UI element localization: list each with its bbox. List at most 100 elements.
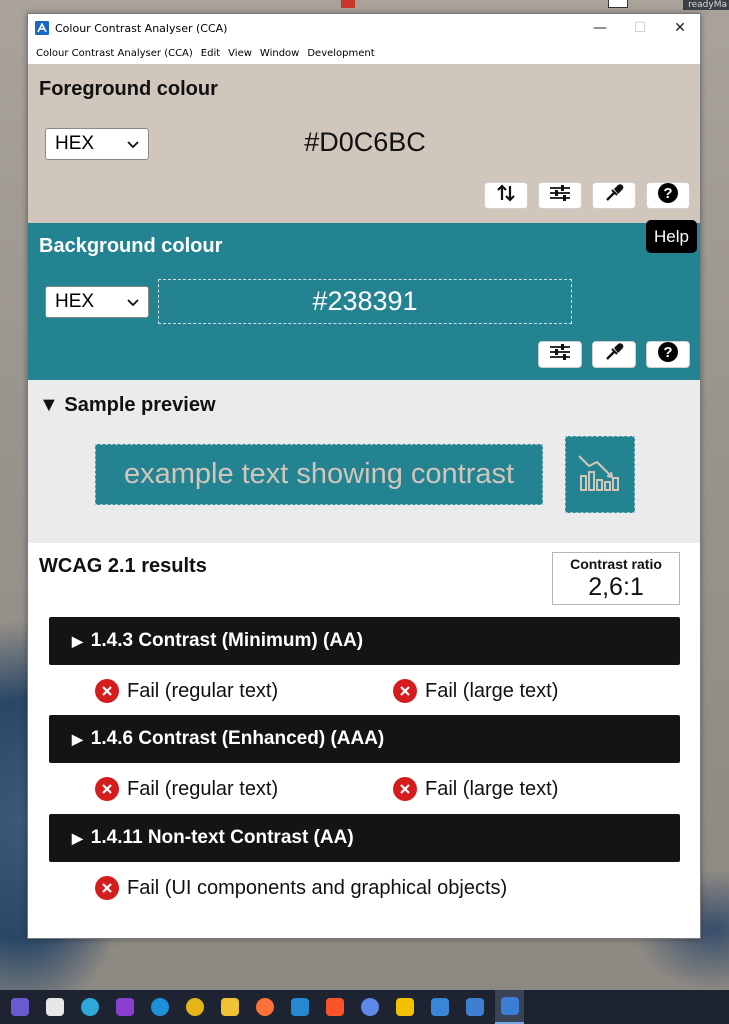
- taskbar-firefox-button[interactable]: [250, 990, 279, 1024]
- fail-icon: [393, 777, 417, 801]
- sample-preview-title: Sample preview: [64, 394, 216, 416]
- svg-text:?: ?: [663, 344, 672, 361]
- desktop-corner-tag: readyMa: [683, 0, 729, 10]
- background-panel: Background colour HEX #238391 ?: [28, 223, 700, 380]
- chevron-down-icon: [127, 295, 139, 310]
- taskbar-brave-button[interactable]: [320, 990, 349, 1024]
- triangle-right-icon: ▶: [72, 829, 83, 846]
- menu-view[interactable]: View: [224, 48, 256, 59]
- foreground-hex-input[interactable]: #D0C6BC: [158, 120, 572, 165]
- background-help-button[interactable]: ?: [646, 341, 690, 368]
- taskbar-drop-button[interactable]: [355, 990, 384, 1024]
- result-text: Fail (regular text): [127, 679, 279, 702]
- contrast-ratio-box: Contrast ratio 2,6:1: [552, 552, 680, 605]
- pw-icon: [395, 998, 414, 1016]
- maximize-button[interactable]: ☐: [620, 14, 660, 42]
- svg-text:?: ?: [663, 185, 672, 202]
- foreground-format-value: HEX: [55, 133, 95, 154]
- fail-icon: [95, 777, 119, 801]
- triangle-right-icon: ▶: [72, 730, 83, 747]
- taskbar-edge-button[interactable]: [145, 990, 174, 1024]
- swap-colours-button[interactable]: [484, 182, 528, 209]
- brave-icon: [325, 998, 344, 1016]
- criterion-label: 1.4.11 Non-text Contrast (AA): [90, 827, 354, 848]
- background-format-value: HEX: [55, 291, 95, 312]
- triangle-down-icon: ▼: [39, 394, 59, 416]
- fail-icon: [95, 679, 119, 703]
- foreground-help-button[interactable]: ?: [646, 182, 690, 209]
- paint-icon: [430, 998, 449, 1016]
- foreground-sliders-button[interactable]: [538, 182, 582, 209]
- criterion-1-4-11-toggle[interactable]: ▶ 1.4.11 Non-text Contrast (AA): [49, 814, 680, 862]
- background-format-select[interactable]: HEX: [45, 286, 149, 318]
- menu-edit[interactable]: Edit: [197, 48, 224, 59]
- result-text: Fail (large text): [425, 679, 559, 702]
- background-title: Background colour: [39, 235, 223, 257]
- result-text: Fail (UI components and graphical object…: [127, 876, 508, 899]
- cca-app-icon: [35, 21, 49, 35]
- menu-bar: Colour Contrast Analyser (CCA) Edit View…: [28, 42, 700, 64]
- menu-app[interactable]: Colour Contrast Analyser (CCA): [32, 48, 197, 59]
- taskbar-pw-button[interactable]: [390, 990, 419, 1024]
- menu-development[interactable]: Development: [303, 48, 378, 59]
- drop-icon: [360, 998, 379, 1016]
- fail-icon: [95, 876, 119, 900]
- result-text: Fail (regular text): [127, 777, 279, 800]
- taskbar-game-button[interactable]: [110, 990, 139, 1024]
- fail-icon: [393, 679, 417, 703]
- foreground-format-select[interactable]: HEX: [45, 128, 149, 160]
- desktop-shortcut-icon[interactable]: [341, 0, 355, 8]
- background-hex-input[interactable]: #238391: [158, 279, 572, 324]
- eyedropper-icon: [604, 183, 624, 208]
- taskbar-cca-button[interactable]: [495, 990, 524, 1024]
- sample-graphic-preview: [565, 436, 635, 513]
- taskbar-vscode-button[interactable]: [285, 990, 314, 1024]
- criterion-label: 1.4.3 Contrast (Minimum) (AA): [90, 630, 364, 651]
- help-icon: ?: [657, 341, 679, 368]
- chevron-down-icon: [127, 137, 139, 152]
- taskbar-files-button[interactable]: [215, 990, 244, 1024]
- minimize-button[interactable]: —: [580, 14, 620, 42]
- result-regular-text: Fail (regular text): [95, 777, 278, 801]
- foreground-eyedropper-button[interactable]: [592, 182, 636, 209]
- sample-preview-toggle[interactable]: ▼ Sample preview: [39, 394, 216, 417]
- wcag-results-panel: WCAG 2.1 results Contrast ratio 2,6:1 ▶ …: [28, 543, 700, 938]
- contrast-ratio-value: 2,6:1: [588, 572, 644, 601]
- terminal-icon: [10, 998, 29, 1016]
- cca-icon: [500, 997, 519, 1015]
- background-sliders-button[interactable]: [538, 341, 582, 368]
- criterion-1-4-6-toggle[interactable]: ▶ 1.4.6 Contrast (Enhanced) (AAA): [49, 715, 680, 763]
- edge-icon: [150, 998, 169, 1016]
- close-button[interactable]: ✕: [660, 14, 700, 42]
- color-app-icon: [80, 998, 99, 1016]
- result-regular-text: Fail (regular text): [95, 679, 278, 703]
- taskbar-word-doc-button[interactable]: [460, 990, 489, 1024]
- taskbar-terminal-button[interactable]: [5, 990, 34, 1024]
- swap-icon: [496, 184, 516, 207]
- result-text: Fail (large text): [425, 777, 559, 800]
- firefox-icon: [255, 998, 274, 1016]
- contrast-ratio-label: Contrast ratio: [570, 555, 662, 572]
- sliders-icon: [549, 185, 571, 206]
- result-large-text: Fail (large text): [393, 679, 558, 703]
- taskbar-color-app-button[interactable]: [75, 990, 104, 1024]
- taskbar-paint-button[interactable]: [425, 990, 454, 1024]
- background-eyedropper-button[interactable]: [592, 341, 636, 368]
- result-ui-components: Fail (UI components and graphical object…: [95, 876, 507, 900]
- taskbar-inkscape-button[interactable]: [40, 990, 69, 1024]
- title-bar[interactable]: Colour Contrast Analyser (CCA) — ☐ ✕: [28, 14, 700, 42]
- inkscape-icon: [45, 998, 64, 1016]
- criterion-1-4-3-toggle[interactable]: ▶ 1.4.3 Contrast (Minimum) (AA): [49, 617, 680, 665]
- menu-window[interactable]: Window: [256, 48, 303, 59]
- window-title: Colour Contrast Analyser (CCA): [55, 21, 228, 35]
- sliders-icon: [549, 344, 571, 365]
- sample-preview-panel: ▼ Sample preview example text showing co…: [28, 380, 700, 543]
- desktop-window-icon[interactable]: [608, 0, 628, 8]
- app-window: Colour Contrast Analyser (CCA) — ☐ ✕ Col…: [27, 13, 701, 939]
- criterion-label: 1.4.6 Contrast (Enhanced) (AAA): [90, 728, 385, 749]
- taskbar-chrome-button[interactable]: [180, 990, 209, 1024]
- chart-icon: [577, 452, 623, 497]
- word-doc-icon: [465, 998, 484, 1016]
- foreground-panel: Foreground colour HEX #D0C6BC ?: [28, 64, 700, 223]
- help-icon: ?: [657, 182, 679, 209]
